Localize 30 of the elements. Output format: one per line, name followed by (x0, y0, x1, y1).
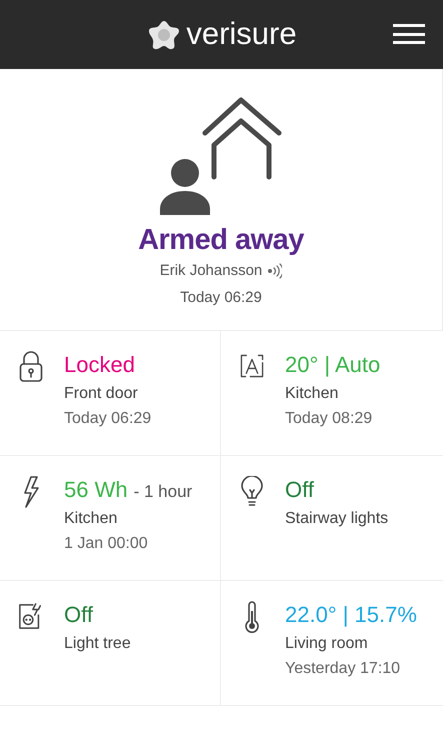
device-label: Light tree (64, 634, 131, 654)
menu-button[interactable] (393, 24, 425, 44)
status-text: Off (285, 476, 314, 504)
padlock-icon (19, 351, 43, 383)
status-text: 56 Wh (64, 476, 128, 504)
device-label: Kitchen (285, 384, 340, 404)
status-text: 22.0° | 15.7% (285, 601, 417, 629)
device-label: Living room (285, 634, 369, 654)
period-text: - 1 hour (134, 481, 192, 503)
brand-name: verisure (186, 18, 297, 52)
timestamp: 1 Jan 00:00 (64, 534, 149, 554)
status-text: 20° | Auto (285, 351, 380, 379)
socket-plug-icon (18, 601, 44, 631)
star-logo-icon (148, 20, 180, 50)
person-house-icon (159, 97, 283, 215)
alarm-status: Armed away (138, 223, 304, 258)
light-bulb-icon (240, 476, 264, 508)
signal-icon (266, 263, 282, 280)
user-name: Erik Johansson (160, 261, 262, 281)
lightning-bolt-icon (22, 476, 40, 508)
timestamp: Today 08:29 (285, 409, 374, 429)
armed-time: Today 06:29 (180, 288, 262, 308)
device-label: Kitchen (64, 509, 118, 529)
status-text: Locked (64, 351, 135, 379)
device-label: Stairway lights (285, 509, 388, 529)
timestamp: Today 06:29 (64, 409, 152, 429)
device-label: Front door (64, 384, 139, 404)
thermometer-icon (243, 601, 261, 633)
status-text: Off (64, 601, 93, 629)
timestamp: Yesterday 17:10 (285, 659, 402, 679)
